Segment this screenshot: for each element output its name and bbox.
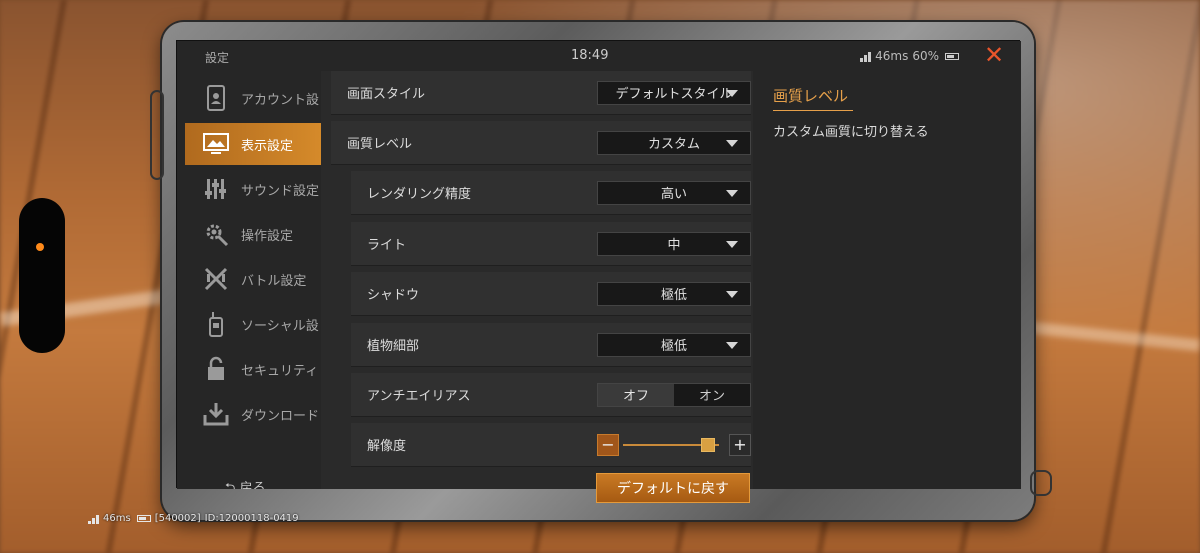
sidebar-item-battle[interactable]: バトル設定 bbox=[185, 258, 321, 300]
crossed-weapons-icon bbox=[199, 262, 233, 296]
server-id: [540002] bbox=[154, 513, 201, 524]
chevron-down-icon bbox=[726, 240, 738, 248]
sidebar-item-display[interactable]: 表示設定 bbox=[185, 123, 321, 165]
sidebar-item-controls[interactable]: 操作設定 bbox=[185, 213, 321, 255]
page-title: 設定 bbox=[205, 51, 230, 65]
player-id: ID:12000118-0419 bbox=[204, 513, 299, 524]
walkie-talkie-icon bbox=[199, 307, 233, 341]
sidebar-item-label: ダウンロード bbox=[241, 408, 320, 424]
setting-row-rendering: レンダリング精度 高い bbox=[351, 171, 751, 215]
sidebar-item-label: セキュリティ bbox=[241, 363, 319, 379]
shadow-dropdown[interactable]: 極低 bbox=[597, 281, 751, 306]
settings-screen: 設定 18:49 46ms 60% ✕ アカウント設 表示設定 サウンド設定 操… bbox=[176, 40, 1021, 503]
setting-label: レンダリング精度 bbox=[367, 187, 472, 202]
equalizer-icon bbox=[199, 172, 233, 206]
screen-style-dropdown[interactable]: デフォルトスタイル bbox=[597, 80, 751, 105]
monitor-icon bbox=[199, 127, 233, 161]
sidebar-item-label: 表示設定 bbox=[241, 138, 294, 154]
info-description: カスタム画質に切り替える bbox=[773, 125, 929, 140]
download-icon bbox=[199, 397, 233, 431]
setting-row-shadow: シャドウ 極低 bbox=[351, 272, 751, 316]
chevron-down-icon bbox=[726, 290, 738, 298]
recording-dot bbox=[36, 243, 44, 251]
side-indicator-pill bbox=[19, 198, 65, 353]
setting-label: シャドウ bbox=[367, 288, 420, 303]
light-dropdown[interactable]: 中 bbox=[597, 231, 751, 256]
setting-label: 画質レベル bbox=[347, 137, 413, 152]
sidebar-item-label: アカウント設 bbox=[241, 92, 320, 108]
sidebar-item-label: ソーシャル設 bbox=[241, 318, 319, 334]
chevron-down-icon bbox=[726, 189, 738, 197]
antialias-toggle: オフ オン bbox=[597, 382, 751, 407]
divider bbox=[773, 110, 853, 111]
phone-icon bbox=[199, 81, 233, 115]
ping-value: 46ms bbox=[103, 513, 131, 524]
rendering-dropdown[interactable]: 高い bbox=[597, 180, 751, 205]
padlock-icon bbox=[199, 352, 233, 386]
antialias-off-option[interactable]: オフ bbox=[598, 383, 674, 406]
dropdown-value: 高い bbox=[660, 187, 687, 202]
sidebar-item-label: サウンド設定 bbox=[241, 183, 320, 199]
sidebar-item-sound[interactable]: サウンド設定 bbox=[185, 168, 321, 210]
plus-icon: + bbox=[733, 435, 747, 454]
chevron-down-icon bbox=[726, 341, 738, 349]
chevron-down-icon bbox=[726, 89, 738, 97]
foliage-dropdown[interactable]: 極低 bbox=[597, 332, 751, 357]
close-icon: ✕ bbox=[983, 41, 1005, 69]
frame-cable bbox=[150, 90, 164, 180]
setting-row-light: ライト 中 bbox=[351, 222, 751, 266]
sidebar-item-label: 操作設定 bbox=[241, 228, 294, 244]
setting-label: 解像度 bbox=[367, 439, 407, 454]
info-title: 画質レベル bbox=[773, 87, 849, 105]
dropdown-value: 極低 bbox=[660, 288, 687, 303]
settings-list: 画面スタイル デフォルトスタイル 画質レベル カスタム レンダリング精度 高い … bbox=[321, 71, 753, 489]
top-bar: 設定 18:49 46ms 60% ✕ bbox=[177, 41, 1021, 71]
battery-icon bbox=[945, 52, 959, 60]
info-panel: 画質レベル カスタム画質に切り替える bbox=[753, 71, 1021, 489]
setting-label: 植物細部 bbox=[367, 339, 420, 354]
sidebar-item-label: バトル設定 bbox=[241, 273, 307, 289]
dropdown-value: デフォルトスタイル bbox=[615, 87, 733, 102]
dropdown-value: 中 bbox=[667, 238, 681, 253]
setting-row-quality-level: 画質レベル カスタム bbox=[331, 121, 751, 165]
decrease-button[interactable]: − bbox=[597, 433, 619, 456]
resolution-slider: − + bbox=[597, 433, 751, 457]
setting-label: 画面スタイル bbox=[347, 87, 426, 102]
sidebar-item-security[interactable]: セキュリティ bbox=[185, 348, 321, 390]
increase-button[interactable]: + bbox=[729, 433, 751, 456]
ping-value: 46ms bbox=[875, 49, 909, 63]
reset-default-button[interactable]: デフォルトに戻す bbox=[596, 473, 750, 503]
minus-icon: − bbox=[601, 435, 615, 454]
setting-row-antialias: アンチエイリアス オフ オン bbox=[351, 373, 751, 417]
bottom-status-bar: 46ms [540002] ID:12000118-0419 bbox=[88, 513, 299, 524]
battery-percent: 60% bbox=[912, 49, 939, 63]
setting-row-foliage: 植物細部 極低 bbox=[351, 323, 751, 367]
setting-label: ライト bbox=[367, 238, 407, 253]
setting-row-screen-style: 画面スタイル デフォルトスタイル bbox=[331, 71, 751, 115]
back-button[interactable]: ⮌ 戻る bbox=[225, 477, 266, 489]
sidebar: アカウント設 表示設定 サウンド設定 操作設定 バトル設定 ソーシャル設 セキュ… bbox=[177, 71, 321, 489]
signal-icon bbox=[860, 51, 872, 62]
slider-thumb[interactable] bbox=[700, 437, 715, 452]
quality-level-dropdown[interactable]: カスタム bbox=[597, 130, 751, 155]
setting-row-resolution: 解像度 − + bbox=[351, 423, 751, 467]
battery-icon bbox=[136, 515, 151, 522]
sidebar-item-social[interactable]: ソーシャル設 bbox=[185, 303, 321, 345]
dropdown-value: カスタム bbox=[647, 137, 700, 152]
dropdown-value: 極低 bbox=[660, 339, 687, 354]
frame-cable bbox=[1030, 470, 1052, 496]
clock: 18:49 bbox=[571, 48, 609, 63]
close-button[interactable]: ✕ bbox=[981, 43, 1007, 69]
setting-label: アンチエイリアス bbox=[367, 389, 471, 404]
antialias-on-option[interactable]: オン bbox=[674, 383, 750, 406]
gear-icon bbox=[199, 217, 233, 251]
back-label: 戻る bbox=[239, 481, 266, 489]
sidebar-item-download[interactable]: ダウンロード bbox=[185, 393, 321, 435]
signal-icon bbox=[88, 513, 99, 524]
chevron-down-icon bbox=[726, 139, 738, 147]
status-area: 46ms 60% bbox=[860, 49, 959, 63]
back-arrow-icon: ⮌ bbox=[225, 481, 236, 489]
sidebar-item-account[interactable]: アカウント設 bbox=[185, 77, 321, 119]
